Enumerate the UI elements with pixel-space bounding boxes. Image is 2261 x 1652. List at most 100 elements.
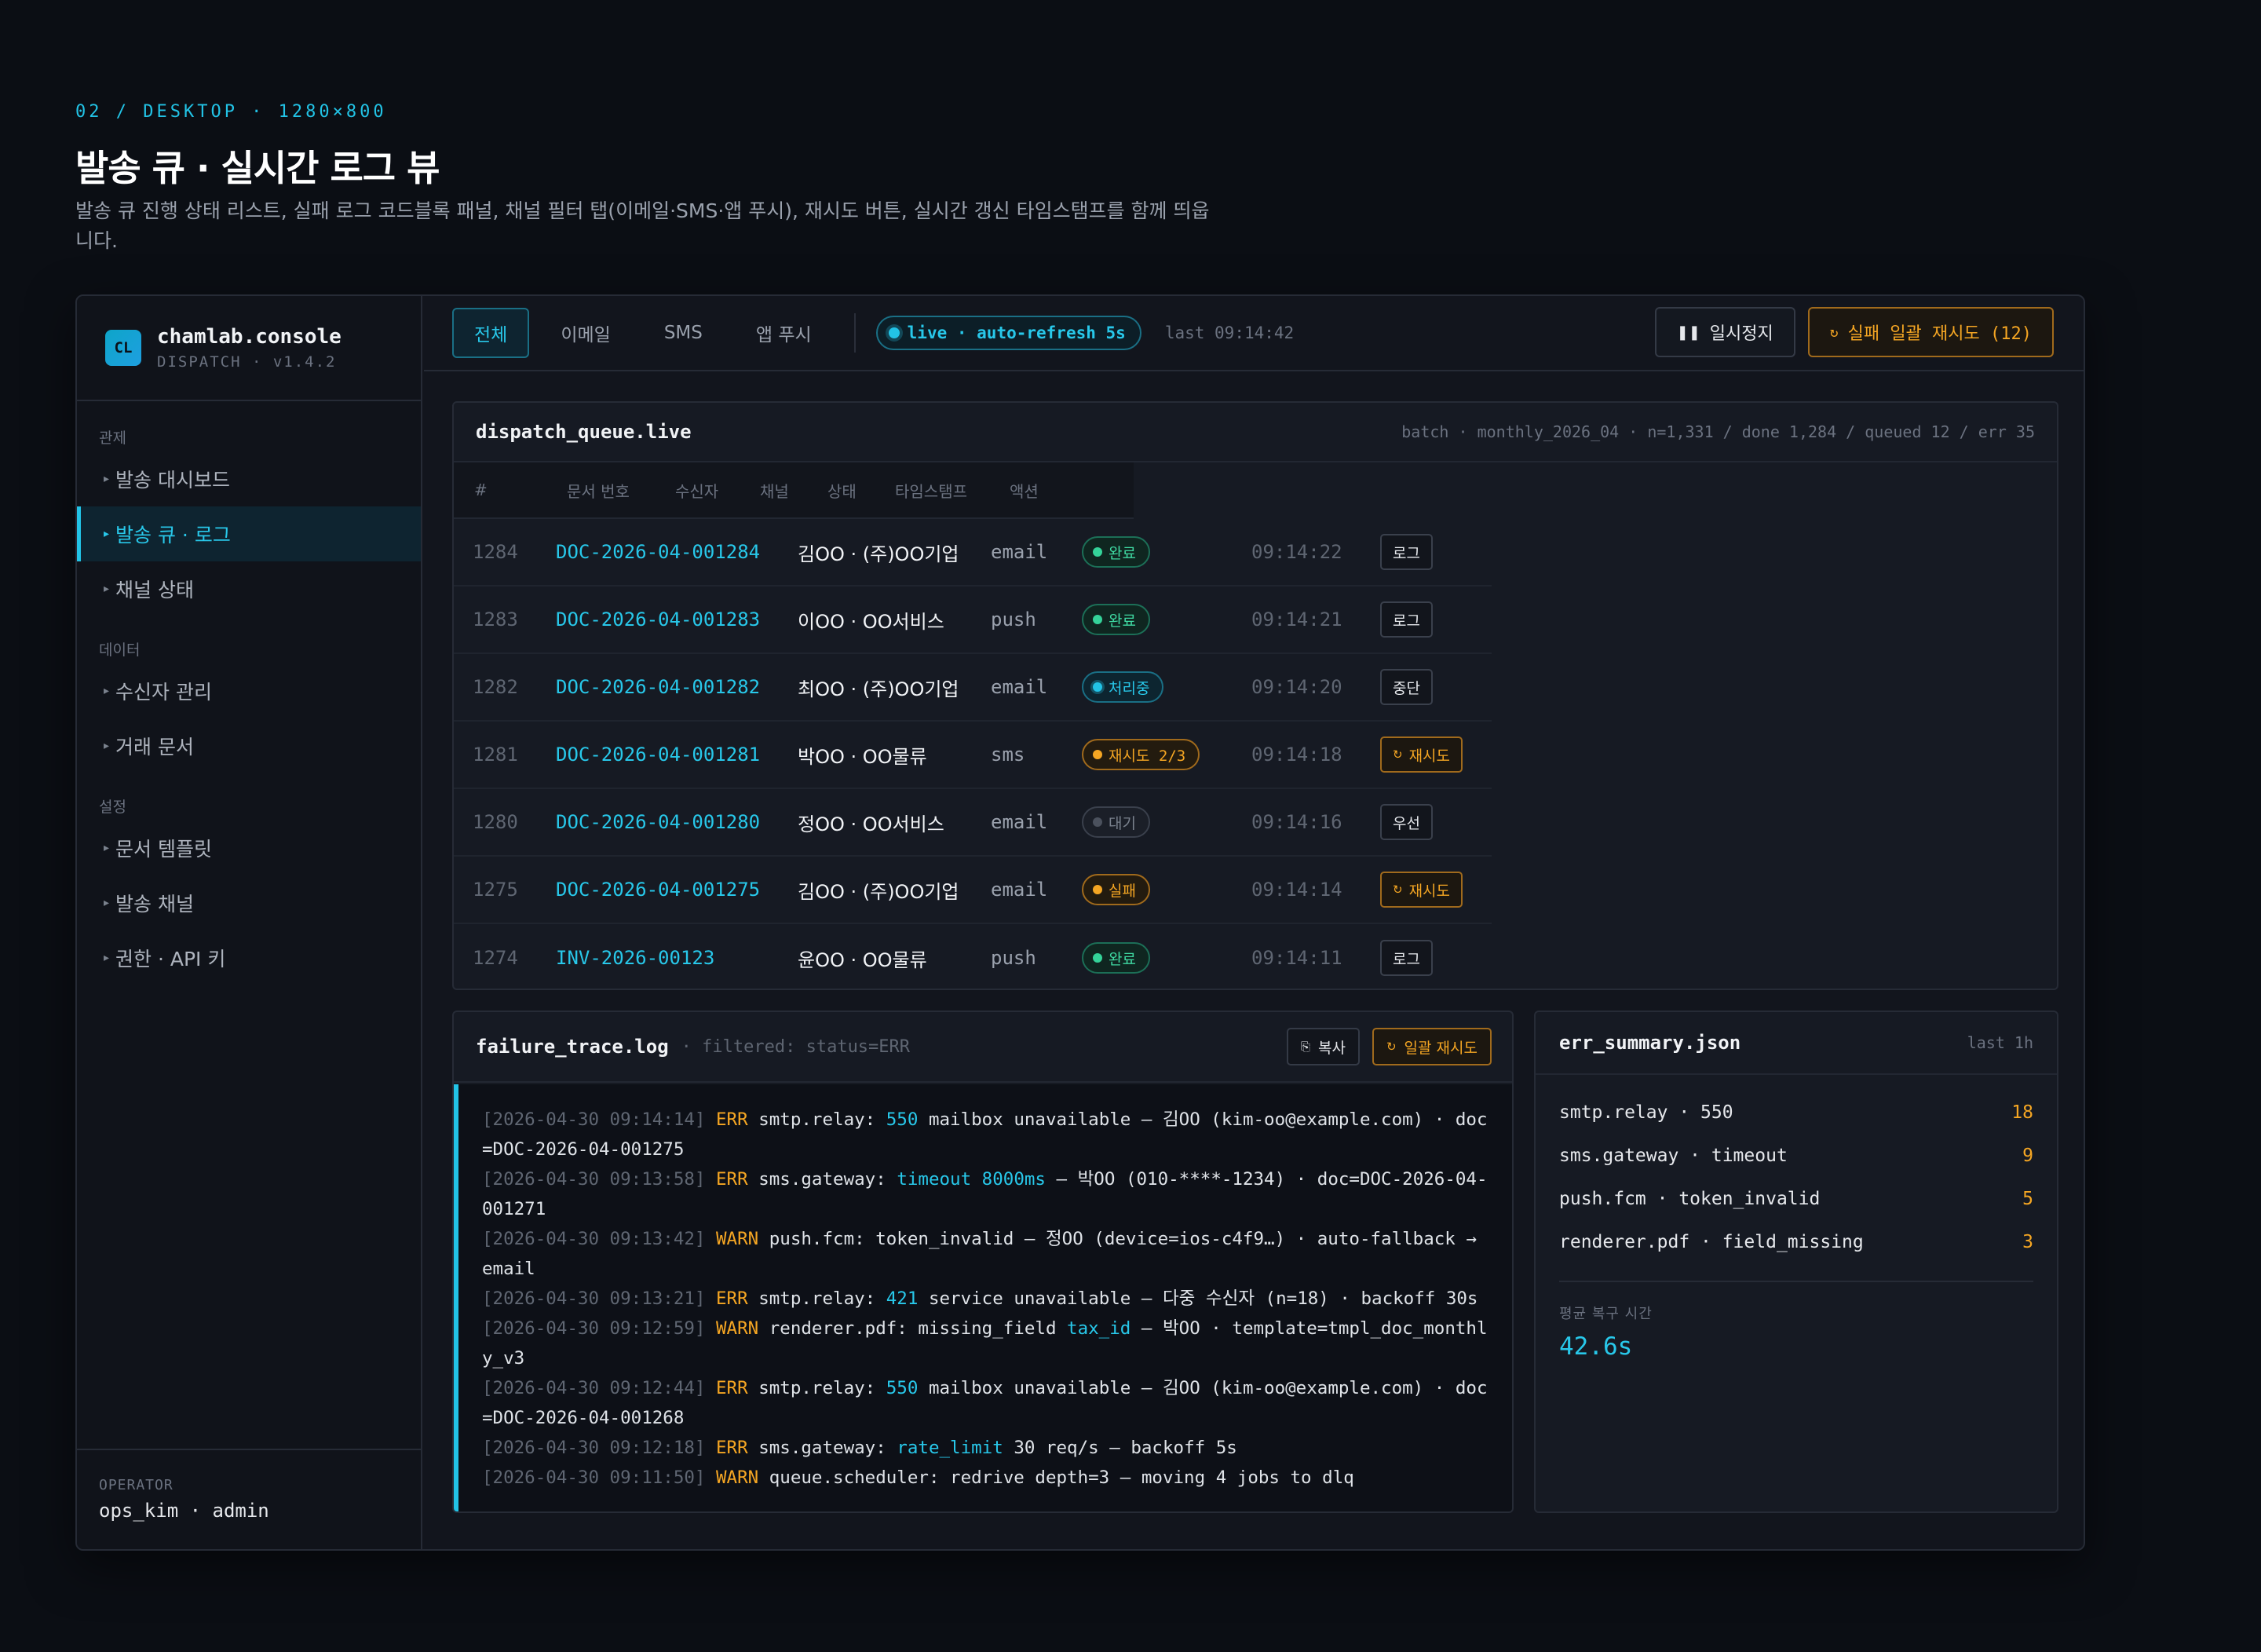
table-row[interactable]: 1281 DOC-2026-04-001281 박OO · OO물류 sms 재… [454,722,1492,789]
live-dot-icon [888,327,900,338]
bulk-retry-button[interactable]: ↻ 일괄 재시도 [1372,1028,1492,1065]
nav-heading: 설정 [99,799,126,816]
log-level: WARN [716,1467,769,1488]
error-summary-row[interactable]: sms.gateway · timeout 9 [1559,1134,2033,1177]
copy-button[interactable]: ⎘ 복사 [1286,1028,1360,1065]
status-label: 완료 [1109,544,1136,562]
recipient: 최OO · (주)OO기업 [798,678,959,700]
triangle-icon: ▸ [104,473,110,485]
batch-summary: batch · monthly_2026_04 · n=1,331 / done… [1401,422,2035,441]
column-header-num[interactable]: # [474,481,488,499]
sidebar-item-channel-status[interactable]: ▸ 채널 상태 [77,561,421,616]
error-summary-row[interactable]: renderer.pdf · field_missing 3 [1559,1220,2033,1263]
copy-icon: ⎘ [1300,1040,1310,1054]
log-text: 421 [886,1288,919,1309]
document-number-link[interactable]: DOC-2026-04-001282 [556,676,760,698]
table-row[interactable]: 1274 INV-2026-00123 윤OO · OO물류 push 완료 0… [454,924,1492,989]
triangle-icon: ▸ [104,528,110,540]
retry-all-failed-button[interactable]: ↻ 실패 일괄 재시도 (12) [1807,307,2054,357]
log-button[interactable]: 로그 [1380,601,1433,638]
sidebar-item-queue-log[interactable]: ▸ 발송 큐 · 로그 [77,506,421,561]
table-row[interactable]: 1280 DOC-2026-04-001280 정OO · OO서비스 emai… [454,789,1492,857]
nav-section-monitoring: 관제 ▸ 발송 대시보드 ▸ 발송 큐 · 로그 ▸ 채널 상태 [77,425,421,616]
tab-email[interactable]: 이메일 [539,308,632,358]
table-row[interactable]: 1282 DOC-2026-04-001282 최OO · (주)OO기업 em… [454,654,1492,722]
triangle-icon: ▸ [104,583,110,595]
sidebar-item-dashboard[interactable]: ▸ 발송 대시보드 [77,451,421,506]
document-number-link[interactable]: DOC-2026-04-001280 [556,811,760,833]
log-line: [2026-04-30 09:13:21] ERR smtp.relay: 42… [482,1284,1493,1314]
brand[interactable]: CL chamlab.console DISPATCH · v1.4.2 [77,296,421,401]
row-number: 1284 [473,541,518,563]
triangle-icon: ▸ [104,842,110,854]
tab-push[interactable]: 앱 푸시 [734,308,834,358]
timestamp: 09:14:22 [1251,541,1342,563]
nav-section-data: 데이터 ▸ 수신자 관리 ▸ 거래 문서 [77,637,421,773]
error-type: renderer.pdf · field_missing [1559,1231,1864,1252]
recipient: 김OO · (주)OO기업 [798,880,959,903]
error-list: smtp.relay · 550 18 sms.gateway · timeout 9… [1536,1075,2057,1263]
sidebar-item-recipients[interactable]: ▸ 수신자 관리 [77,663,421,718]
log-code-block[interactable]: [2026-04-30 09:14:14] ERR smtp.relay: 55… [454,1084,1512,1511]
column-header-channel[interactable]: 채널 [760,479,789,502]
status-dot-icon [1093,547,1102,557]
error-summary-row[interactable]: push.fcm · token_invalid 5 [1559,1177,2033,1220]
status-label: 완료 [1109,950,1136,968]
table-row[interactable]: 1275 DOC-2026-04-001275 김OO · (주)OO기업 em… [454,857,1492,924]
sidebar-item-documents[interactable]: ▸ 거래 문서 [77,718,421,773]
failure-trace-panel: failure_trace.log · filtered: status=ERR… [452,1011,1514,1513]
column-header-recipient[interactable]: 수신자 [675,479,718,502]
status-label: 완료 [1109,612,1136,630]
column-header-timestamp[interactable]: 타임스탬프 [895,479,967,502]
channel: email [991,811,1048,833]
channel: push [991,609,1036,630]
tab-all[interactable]: 전체 [452,308,530,358]
panel-title: err_summary.json [1559,1032,1741,1054]
log-line: [2026-04-30 09:12:18] ERR sms.gateway: r… [482,1433,1493,1463]
document-number-link[interactable]: DOC-2026-04-001275 [556,879,760,901]
sidebar-item-channels[interactable]: ▸ 발송 채널 [77,875,421,930]
column-header-action[interactable]: 액션 [1010,479,1039,502]
bulk-retry-label: 일괄 재시도 [1404,1039,1478,1057]
refresh-icon: ↻ [1393,883,1403,897]
row-number: 1275 [473,879,518,901]
page-description: 발송 큐 진행 상태 리스트, 실패 로그 코드블록 패널, 채널 필터 탭(이… [75,199,1210,252]
pause-button[interactable]: ❚❚ 일시정지 [1654,307,1795,357]
recipient: 박OO · OO물류 [798,745,927,768]
document-number-link[interactable]: INV-2026-00123 [556,947,714,969]
table-row[interactable]: 1284 DOC-2026-04-001284 김OO · (주)OO기업 em… [454,519,1492,587]
live-status-badge[interactable]: live · auto-refresh 5s [875,316,1141,350]
tab-sms[interactable]: SMS [642,308,725,358]
log-text: smtp.relay: [758,1288,886,1309]
copy-label: 복사 [1318,1039,1346,1057]
log-button[interactable]: 로그 [1380,534,1433,570]
log-button[interactable]: 로그 [1380,940,1433,976]
log-timestamp: [2026-04-30 09:12:44] [482,1378,717,1398]
document-number-link[interactable]: DOC-2026-04-001283 [556,609,760,630]
sidebar-item-templates[interactable]: ▸ 문서 템플릿 [77,821,421,875]
retry-button[interactable]: ↻ 재시도 [1380,736,1463,773]
stop-button[interactable]: 중단 [1380,669,1433,705]
operator-value: ops_kim · admin [99,1500,269,1522]
mttr-label: 평균 복구 시간 [1559,1306,1653,1322]
table-row[interactable]: 1283 DOC-2026-04-001283 이OO · OO서비스 push… [454,587,1492,654]
status-dot-icon [1093,953,1102,963]
log-text: sms.gateway: [758,1169,897,1190]
log-text: 550 [886,1109,919,1130]
column-header-doc[interactable]: 문서 번호 [567,479,630,502]
column-header-status[interactable]: 상태 [827,479,857,502]
prioritize-button[interactable]: 우선 [1380,804,1433,840]
document-number-link[interactable]: DOC-2026-04-001284 [556,541,760,563]
log-line: [2026-04-30 09:11:50] WARN queue.schedul… [482,1463,1493,1493]
channel: push [991,947,1036,969]
timestamp: 09:14:21 [1251,609,1342,630]
triangle-icon: ▸ [104,952,110,964]
channel: email [991,879,1048,901]
error-summary-row[interactable]: smtp.relay · 550 18 [1559,1091,2033,1134]
sidebar-item-api-keys[interactable]: ▸ 권한 · API 키 [77,930,421,985]
page-eyebrow: 02 / DESKTOP · 1280×800 [75,102,387,122]
retry-button[interactable]: ↻ 재시도 [1380,872,1463,908]
triangle-icon: ▸ [104,897,110,909]
document-number-link[interactable]: DOC-2026-04-001281 [556,744,760,766]
status-dot-icon [1093,615,1102,624]
